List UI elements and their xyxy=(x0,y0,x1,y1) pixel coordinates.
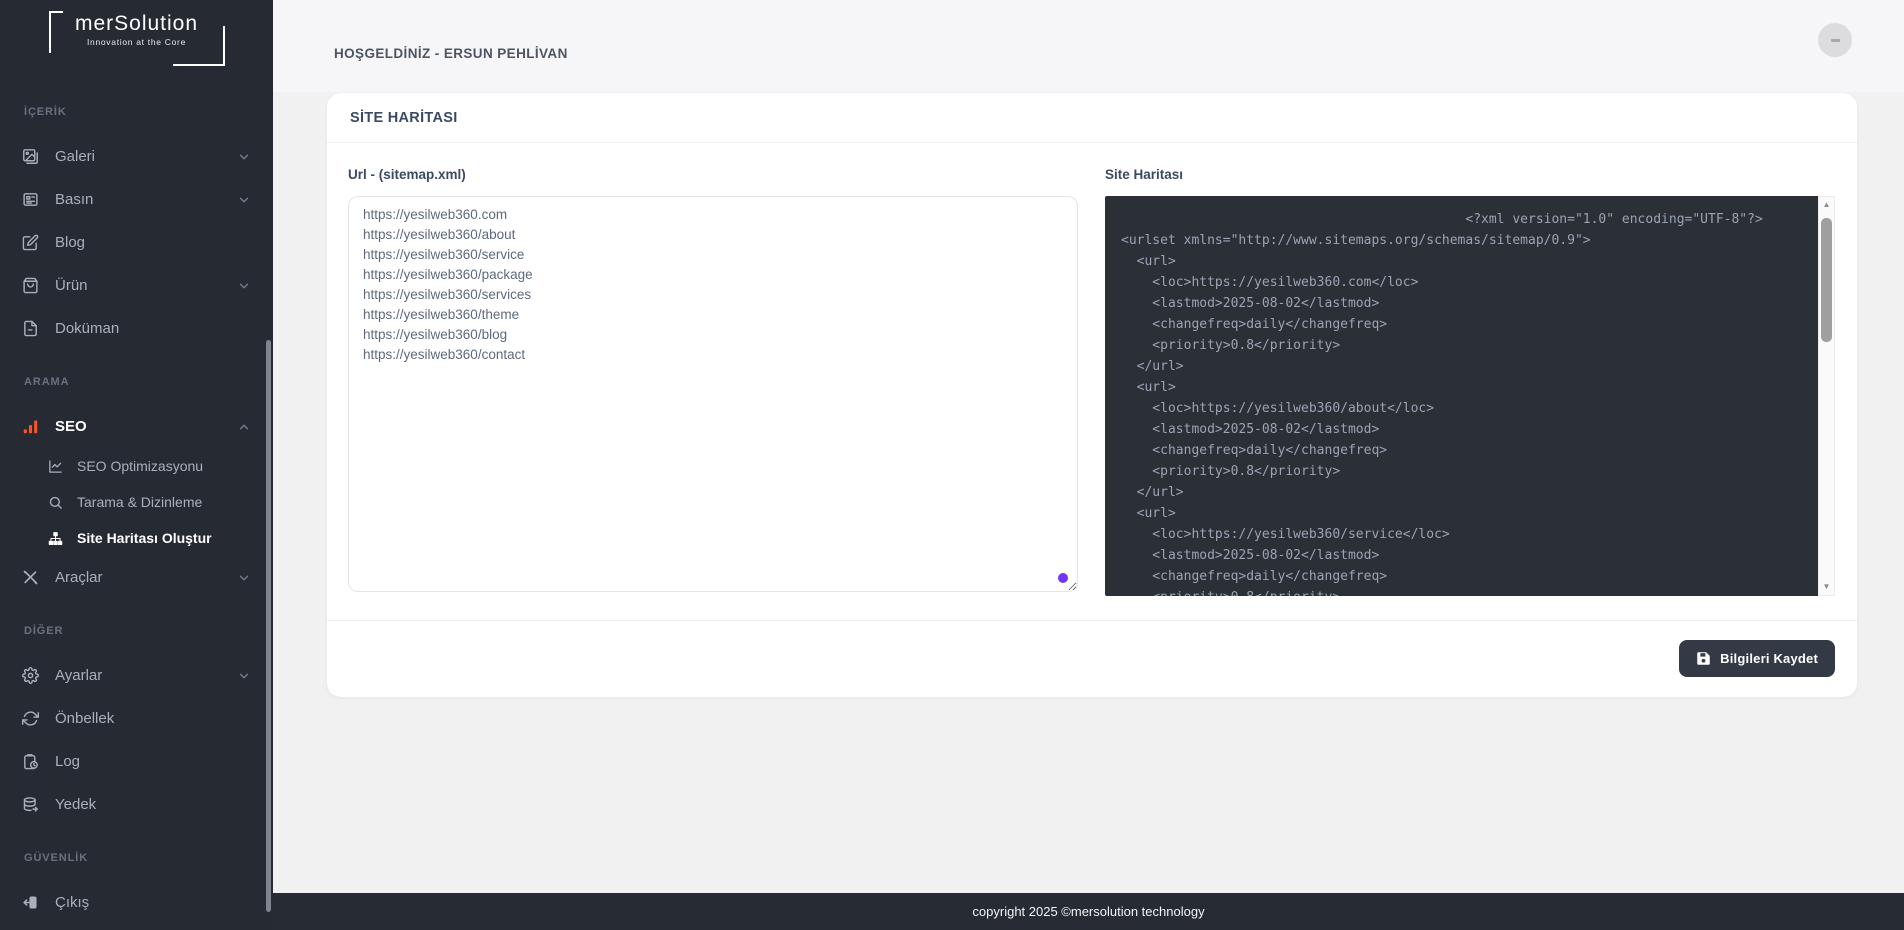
sidebar-item-label: Önbellek xyxy=(55,710,251,727)
gear-icon xyxy=(22,667,39,684)
main-area: HOŞGELDİNİZ - ERSUN PEHLİVAN SİTE HARİTA… xyxy=(273,0,1904,930)
floppy-disk-icon xyxy=(1696,651,1711,666)
newspaper-icon xyxy=(22,191,39,208)
shopping-bag-icon xyxy=(22,277,39,294)
gallery-icon xyxy=(22,148,39,165)
sidebar-item-label: Araçlar xyxy=(55,569,237,586)
sitemap-urls-input[interactable]: https://yesilweb360.com https://yesilweb… xyxy=(348,196,1078,592)
sitemap-xml-viewer: <?xml version="1.0" encoding="UTF-8"?> <… xyxy=(1105,196,1835,596)
welcome-text: HOŞGELDİNİZ - ERSUN PEHLİVAN xyxy=(334,46,568,61)
sidebar-item-label: Çıkış xyxy=(55,894,251,911)
topbar: HOŞGELDİNİZ - ERSUN PEHLİVAN xyxy=(273,0,1904,92)
sidebar-item-label: Blog xyxy=(55,234,251,251)
sidebar-item-label: Site Haritası Oluştur xyxy=(77,530,251,546)
sidebar-item-ayarlar[interactable]: Ayarlar xyxy=(0,654,273,697)
sidebar-item-label: Ürün xyxy=(55,277,237,294)
section-title-icerik: İÇERİK xyxy=(24,106,249,119)
sidebar-item-galeri[interactable]: Galeri xyxy=(0,135,273,178)
xml-scrollbar[interactable]: ▲ ▼ xyxy=(1818,196,1835,596)
sidebar-item-label: Doküman xyxy=(55,320,251,337)
edit-icon xyxy=(22,234,39,251)
xml-scrollbar-thumb[interactable] xyxy=(1821,218,1832,342)
section-title-guvenlik: GÜVENLİK xyxy=(24,852,249,865)
logout-icon xyxy=(22,894,39,911)
sidebar-scrollbar-thumb[interactable] xyxy=(266,340,271,912)
logo-bracket-right xyxy=(173,26,225,66)
bar-chart-icon xyxy=(22,418,39,435)
file-text-icon xyxy=(22,320,39,337)
card-body: Url - (sitemap.xml) https://yesilweb360.… xyxy=(327,143,1857,620)
seo-submenu: SEO Optimizasyonu Tarama & Dizinleme Sit… xyxy=(0,448,273,556)
chevron-down-icon xyxy=(237,150,251,164)
refresh-icon xyxy=(22,710,39,727)
search-icon xyxy=(48,495,63,510)
sidebar-item-onbellek[interactable]: Önbellek xyxy=(0,697,273,740)
sidebar-item-label: Yedek xyxy=(55,796,251,813)
chevron-down-icon xyxy=(237,193,251,207)
sidebar-item-label: Galeri xyxy=(55,148,237,165)
sitemap-label: Site Haritası xyxy=(1105,167,1835,184)
sitemap-icon xyxy=(48,531,63,546)
copyright-text: copyright 2025 ©mersolution technology xyxy=(972,904,1204,919)
clipboard-clock-icon xyxy=(22,753,39,770)
card-header: SİTE HARİTASI xyxy=(327,93,1857,143)
sidebar-item-label: SEO xyxy=(55,418,237,435)
avatar[interactable] xyxy=(1818,23,1852,57)
page-footer: copyright 2025 ©mersolution technology xyxy=(273,893,1904,930)
save-button-label: Bilgileri Kaydet xyxy=(1720,651,1818,666)
chevron-up-icon xyxy=(237,420,251,434)
sidebar-item-blog[interactable]: Blog xyxy=(0,221,273,264)
sidebar-item-dokuman[interactable]: Doküman xyxy=(0,307,273,350)
sidebar-item-araclar[interactable]: Araçlar xyxy=(0,556,273,599)
sidebar-item-label: SEO Optimizasyonu xyxy=(77,458,251,474)
content-area: SİTE HARİTASI Url - (sitemap.xml) https:… xyxy=(273,92,1904,893)
database-icon xyxy=(22,796,39,813)
scroll-down-arrow-icon[interactable]: ▼ xyxy=(1819,582,1834,592)
chevron-down-icon xyxy=(237,279,251,293)
logo-bracket-left xyxy=(49,11,63,53)
chevron-down-icon xyxy=(237,669,251,683)
sidebar-item-log[interactable]: Log xyxy=(0,740,273,783)
sidebar-item-seo[interactable]: SEO xyxy=(0,405,273,448)
sidebar-item-label: Log xyxy=(55,753,251,770)
page-title: SİTE HARİTASI xyxy=(350,110,458,126)
sidebar-item-label: Ayarlar xyxy=(55,667,237,684)
sidebar-item-site-haritasi-olustur[interactable]: Site Haritası Oluştur xyxy=(0,520,273,556)
sidebar-item-label: Tarama & Dizinleme xyxy=(77,494,251,510)
sidebar-item-cikis[interactable]: Çıkış xyxy=(0,881,273,924)
crossed-tools-icon xyxy=(22,569,39,586)
sitemap-xml-code[interactable]: <?xml version="1.0" encoding="UTF-8"?> <… xyxy=(1105,196,1818,596)
sitemap-card: SİTE HARİTASI Url - (sitemap.xml) https:… xyxy=(327,93,1857,697)
card-footer: Bilgileri Kaydet xyxy=(327,620,1857,697)
avatar-placeholder-mark xyxy=(1831,39,1840,42)
sidebar-item-yedek[interactable]: Yedek xyxy=(0,783,273,826)
url-column: Url - (sitemap.xml) https://yesilweb360.… xyxy=(348,167,1078,596)
chart-line-icon xyxy=(48,459,63,474)
sidebar-item-seo-optimizasyonu[interactable]: SEO Optimizasyonu xyxy=(0,448,273,484)
sidebar-item-urun[interactable]: Ürün xyxy=(0,264,273,307)
url-label: Url - (sitemap.xml) xyxy=(348,167,1078,184)
logo: merSolution Innovation at the Core xyxy=(0,0,273,80)
save-button[interactable]: Bilgileri Kaydet xyxy=(1679,640,1835,677)
section-title-diger: DİĞER xyxy=(24,625,249,638)
sidebar-item-tarama-dizinleme[interactable]: Tarama & Dizinleme xyxy=(0,484,273,520)
sidebar-item-basin[interactable]: Basın xyxy=(0,178,273,221)
sidebar-item-label: Basın xyxy=(55,191,237,208)
chevron-down-icon xyxy=(237,571,251,585)
sidebar: merSolution Innovation at the Core İÇERİ… xyxy=(0,0,273,930)
section-title-arama: ARAMA xyxy=(24,376,249,389)
scroll-up-arrow-icon[interactable]: ▲ xyxy=(1819,200,1834,210)
sitemap-column: Site Haritası <?xml version="1.0" encodi… xyxy=(1105,167,1835,596)
